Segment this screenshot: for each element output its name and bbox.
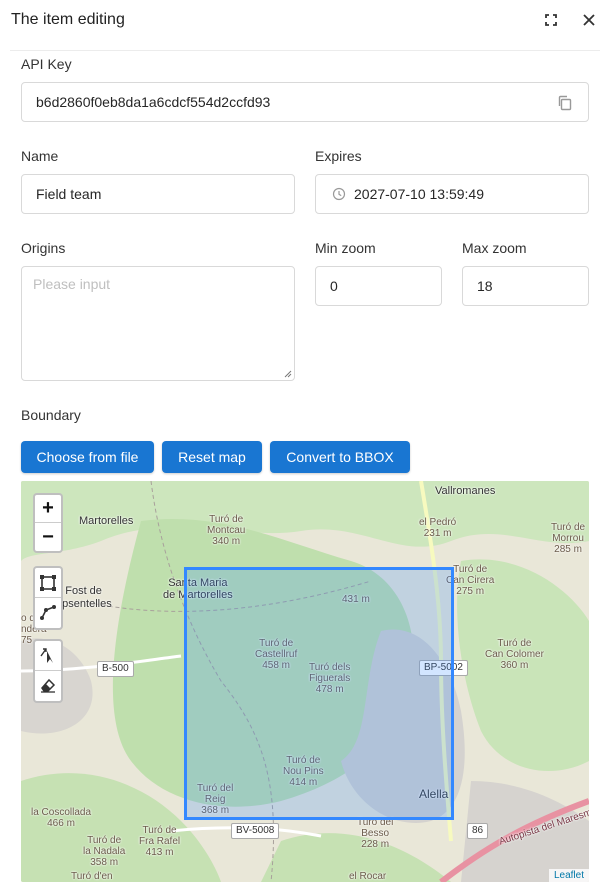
close-icon[interactable]: [580, 11, 598, 29]
map-peak-label: la Coscollada 466 m: [31, 807, 92, 829]
fullscreen-icon[interactable]: [542, 11, 560, 29]
min-zoom-value: 0: [330, 278, 338, 294]
max-zoom-input[interactable]: 18: [462, 266, 589, 306]
draw-polyline-button[interactable]: [35, 597, 61, 626]
max-zoom-label: Max zoom: [462, 240, 527, 256]
eraser-icon: [41, 678, 56, 693]
delete-layers-button[interactable]: [35, 670, 61, 699]
dialog-title: The item editing: [11, 11, 125, 28]
clock-icon: [332, 187, 346, 201]
map-peak-label: Turó de Morrou 285 m: [551, 522, 586, 555]
name-label: Name: [21, 148, 59, 164]
map-peak-label: Turó de Can Colomer 360 m: [485, 638, 544, 671]
road-shield: B-500: [97, 661, 134, 677]
boundary-bbox-rectangle[interactable]: [184, 567, 454, 820]
map-peak-label: el Pedró 231 m: [419, 517, 457, 539]
draw-rectangle-icon: [40, 574, 56, 591]
name-input[interactable]: Field team: [21, 174, 295, 214]
edit-layers-button[interactable]: [35, 641, 61, 670]
max-zoom-value: 18: [477, 278, 493, 294]
edit-toolbar: [33, 639, 63, 703]
convert-to-bbox-button[interactable]: Convert to BBOX: [270, 441, 410, 473]
expires-input[interactable]: 2027-07-10 13:59:49: [315, 174, 589, 214]
map-peak-label: Turó de Fra Rafel 413 m: [139, 825, 181, 858]
copy-icon[interactable]: [556, 94, 574, 112]
origins-label: Origins: [21, 240, 66, 256]
zoom-in-button[interactable]: +: [35, 495, 61, 523]
origins-textarea[interactable]: Please input: [21, 266, 295, 381]
boundary-map[interactable]: Vallromanes Martorelles Santa Maria de M…: [21, 481, 589, 882]
zoom-out-button[interactable]: −: [35, 523, 61, 551]
draw-rectangle-button[interactable]: [35, 568, 61, 597]
api-key-label: API Key: [21, 56, 72, 72]
map-peak-label: Turó del Besso 228 m: [357, 817, 394, 850]
boundary-label: Boundary: [21, 407, 81, 423]
map-peak-label: Turó de Montcau 340 m: [207, 514, 246, 547]
edit-cursor-icon: [40, 647, 53, 663]
zoom-control: + −: [33, 493, 63, 553]
expires-value: 2027-07-10 13:59:49: [354, 186, 484, 202]
map-place-label: Vallromanes: [435, 485, 496, 497]
map-attribution[interactable]: Leaflet: [548, 869, 589, 882]
road-shield: BV-5008: [231, 823, 280, 839]
map-peak-label: Turó de la Nadala 358 m: [83, 835, 126, 868]
draw-polyline-icon: [40, 605, 56, 620]
origins-placeholder: Please input: [33, 276, 111, 292]
api-key-field[interactable]: b6d2860f0eb8da1a6cdcf554d2ccfd93: [21, 82, 589, 122]
min-zoom-label: Min zoom: [315, 240, 376, 256]
map-peak-label: el Rocar: [349, 871, 387, 882]
min-zoom-input[interactable]: 0: [315, 266, 442, 306]
dialog-header: The item editing: [0, 0, 603, 46]
map-peak-label: Turó d'en: [71, 871, 113, 882]
road-shield: 86: [467, 823, 489, 839]
name-value: Field team: [36, 186, 102, 202]
reset-map-button[interactable]: Reset map: [162, 441, 262, 473]
expires-label: Expires: [315, 148, 362, 164]
api-key-value: b6d2860f0eb8da1a6cdcf554d2ccfd93: [36, 94, 271, 110]
header-divider: [10, 50, 600, 51]
resize-grip-icon[interactable]: [284, 370, 292, 378]
map-place-label: Martorelles: [79, 515, 134, 527]
choose-from-file-button[interactable]: Choose from file: [21, 441, 154, 473]
draw-toolbar: [33, 566, 63, 630]
